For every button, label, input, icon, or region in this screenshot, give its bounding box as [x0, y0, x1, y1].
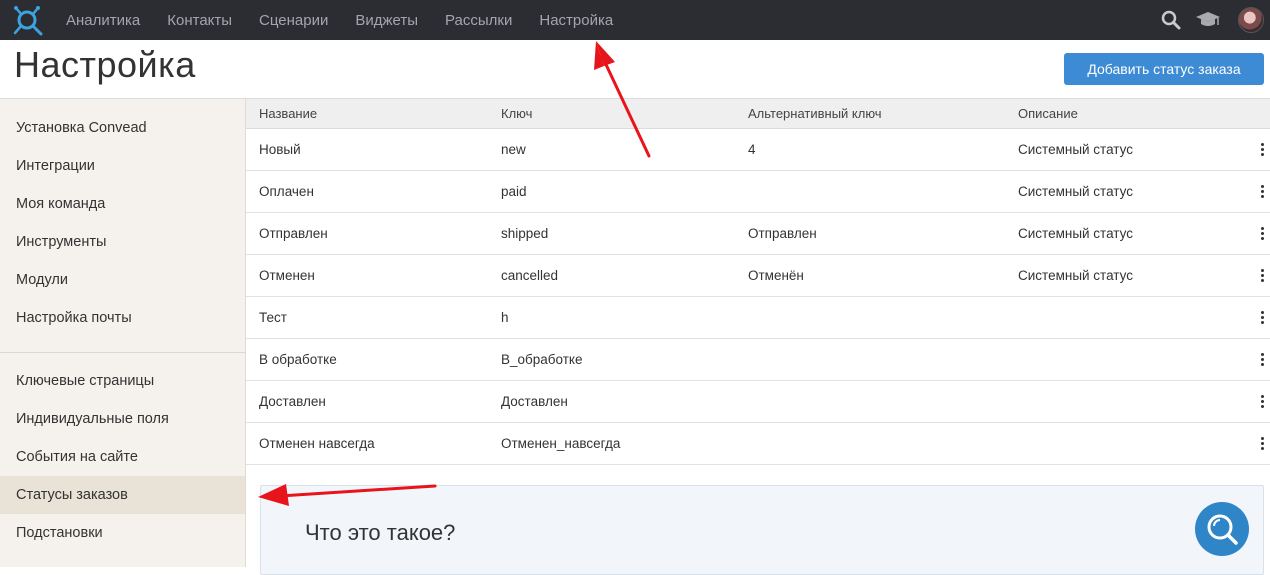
table-row[interactable]: Отменен cancelled Отменён Системный статус — [246, 255, 1270, 297]
table-row[interactable]: Тест h — [246, 297, 1270, 339]
table-row[interactable]: Отправлен shipped Отправлен Системный стату… — [246, 213, 1270, 255]
table-row[interactable]: Оплачен paid Системный статус — [246, 171, 1270, 213]
cell-alt-key: 4 — [748, 142, 756, 157]
more-vertical-icon[interactable] — [1258, 310, 1266, 326]
avatar[interactable] — [1238, 7, 1264, 33]
more-vertical-icon[interactable] — [1258, 394, 1266, 410]
cell-key: Отменен_навсегда — [501, 436, 621, 451]
cell-name: Отправлен — [259, 226, 328, 241]
settings-sidebar: Установка Convead Интеграции Моя команда… — [0, 98, 246, 567]
nav-item-mailings[interactable]: Рассылки — [445, 12, 512, 29]
help-search-icon — [1207, 514, 1238, 545]
more-vertical-icon[interactable] — [1258, 436, 1266, 452]
search-icon[interactable] — [1161, 10, 1181, 30]
cell-name: Оплачен — [259, 184, 314, 199]
cell-key: paid — [501, 184, 527, 199]
sidebar-item-order-statuses[interactable]: Статусы заказов — [0, 476, 245, 514]
table-row[interactable]: Доставлен Доставлен — [246, 381, 1270, 423]
sidebar-item-custom-fields[interactable]: Индивидуальные поля — [0, 400, 245, 438]
table-row[interactable]: Новый new 4 Системный статус — [246, 129, 1270, 171]
cell-key: h — [501, 310, 509, 325]
sidebar-item-team[interactable]: Моя команда — [0, 185, 245, 223]
more-vertical-icon[interactable] — [1258, 226, 1266, 242]
sidebar-item-substitutions[interactable]: Подстановки — [0, 514, 245, 552]
column-header-name: Название — [259, 106, 318, 121]
cell-name: Отменен — [259, 268, 315, 283]
nav-item-settings[interactable]: Настройка — [539, 12, 613, 29]
add-order-status-button[interactable]: Добавить статус заказа — [1064, 53, 1264, 85]
help-panel-title: Что это такое? — [305, 520, 456, 545]
page-title: Настройка — [14, 44, 196, 85]
cell-name: Тест — [259, 310, 287, 325]
sidebar-item-integrations[interactable]: Интеграции — [0, 147, 245, 185]
sidebar-item-tools[interactable]: Инструменты — [0, 223, 245, 261]
sidebar-divider — [0, 352, 245, 353]
help-panel: Что это такое? — [260, 485, 1264, 575]
more-vertical-icon[interactable] — [1258, 142, 1266, 158]
nav-item-scenarios[interactable]: Сценарии — [259, 12, 328, 29]
cell-description: Системный статус — [1018, 184, 1133, 199]
cell-key: new — [501, 142, 526, 157]
sidebar-item-key-pages[interactable]: Ключевые страницы — [0, 362, 245, 400]
cell-alt-key: Отменён — [748, 268, 804, 283]
cell-key: shipped — [501, 226, 549, 241]
more-vertical-icon[interactable] — [1258, 268, 1266, 284]
more-vertical-icon[interactable] — [1258, 184, 1266, 200]
cell-name: Отменен навсегда — [259, 436, 375, 451]
table-row[interactable]: В обработке В_обработке — [246, 339, 1270, 381]
nav-item-contacts[interactable]: Контакты — [167, 12, 232, 29]
main-nav: Аналитика Контакты Сценарии Виджеты Расс… — [66, 0, 640, 40]
graduation-cap-icon[interactable] — [1195, 11, 1221, 29]
logo-icon[interactable] — [12, 3, 46, 37]
cell-key: В_обработке — [501, 352, 583, 367]
table-row[interactable]: Отменен навсегда Отменен_навсегда — [246, 423, 1270, 465]
cell-name: Новый — [259, 142, 301, 157]
sidebar-item-mail-settings[interactable]: Настройка почты — [0, 299, 245, 337]
column-header-description: Описание — [1018, 106, 1078, 121]
cell-description: Системный статус — [1018, 226, 1133, 241]
table-header: Название Ключ Альтернативный ключ Описан… — [246, 98, 1270, 129]
more-vertical-icon[interactable] — [1258, 352, 1266, 368]
sidebar-item-install[interactable]: Установка Convead — [0, 109, 245, 147]
top-navigation-bar: Аналитика Контакты Сценарии Виджеты Расс… — [0, 0, 1270, 40]
cell-description: Системный статус — [1018, 268, 1133, 283]
cell-key: Доставлен — [501, 394, 568, 409]
cell-name: Доставлен — [259, 394, 326, 409]
cell-name: В обработке — [259, 352, 337, 367]
cell-alt-key: Отправлен — [748, 226, 817, 241]
cell-key: cancelled — [501, 268, 559, 283]
sidebar-item-modules[interactable]: Модули — [0, 261, 245, 299]
column-header-key: Ключ — [501, 106, 533, 121]
cell-description: Системный статус — [1018, 142, 1133, 157]
column-header-alt-key: Альтернативный ключ — [748, 106, 882, 121]
nav-item-analytics[interactable]: Аналитика — [66, 12, 140, 29]
sidebar-item-site-events[interactable]: События на сайте — [0, 438, 245, 476]
help-button[interactable] — [1195, 502, 1249, 556]
nav-item-widgets[interactable]: Виджеты — [355, 12, 418, 29]
